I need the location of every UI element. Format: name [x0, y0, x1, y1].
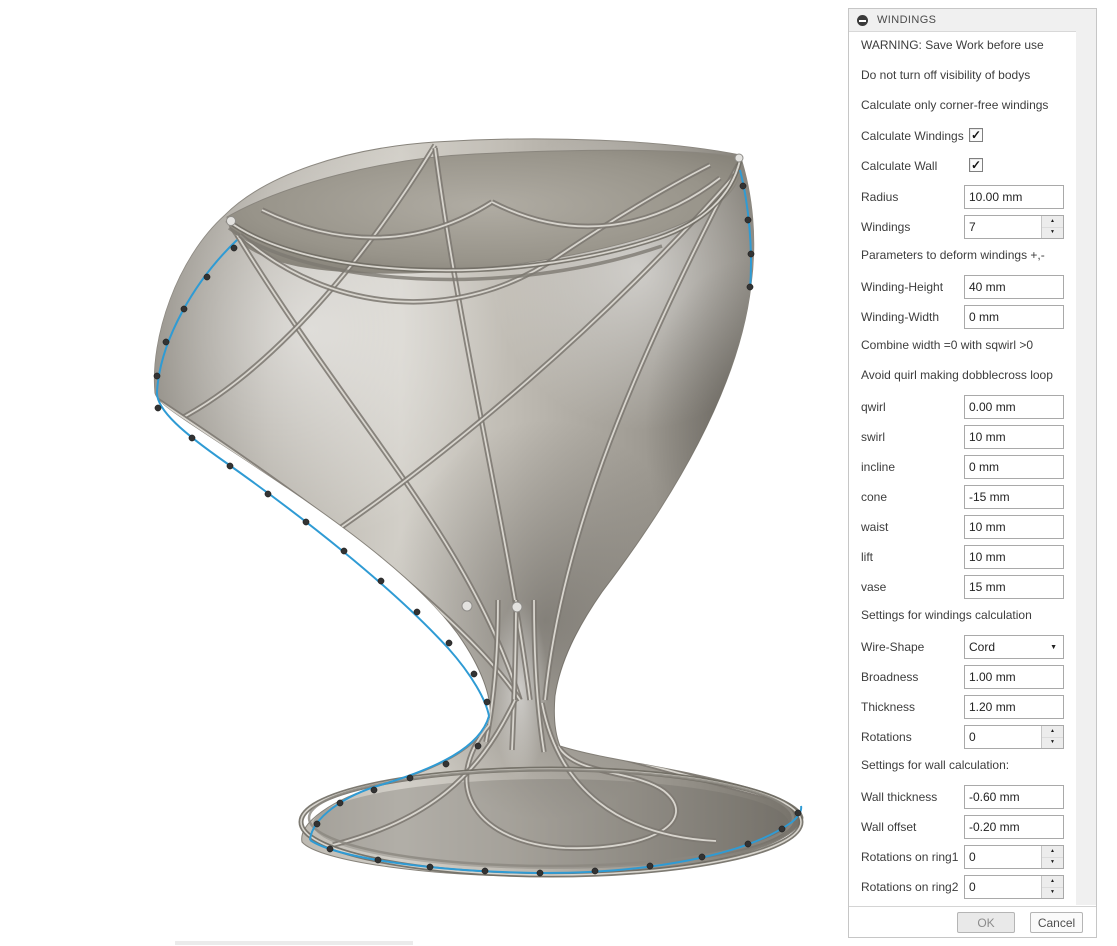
- vase-input[interactable]: [964, 575, 1064, 599]
- row-vase: vase: [849, 575, 1077, 599]
- row-swirl: swirl: [849, 425, 1077, 449]
- waist-input[interactable]: [964, 515, 1064, 539]
- rotations-ring2-spinner: ▲ ▼: [964, 875, 1064, 899]
- rotations-spinner: ▲ ▼: [964, 725, 1064, 749]
- row-broadness: Broadness: [849, 665, 1077, 689]
- waist-label: waist: [861, 520, 889, 534]
- qwirl-input[interactable]: [964, 395, 1064, 419]
- calculate-windings-checkbox[interactable]: ✓: [969, 128, 983, 142]
- spin-down-button[interactable]: ▼: [1042, 227, 1063, 238]
- dialog-titlebar[interactable]: WINDINGS: [849, 9, 1096, 32]
- thickness-input[interactable]: [964, 695, 1064, 719]
- rotations-ring1-label: Rotations on ring1: [861, 850, 959, 864]
- rotations-label: Rotations: [861, 730, 912, 744]
- check-icon: ✓: [970, 127, 982, 142]
- windings-label: Windings: [861, 220, 911, 234]
- spin-up-button[interactable]: ▲: [1042, 846, 1063, 858]
- spin-down-button[interactable]: ▼: [1042, 737, 1063, 748]
- note-warning: WARNING: Save Work before use: [861, 38, 1044, 52]
- wall-offset-label: Wall offset: [861, 820, 917, 834]
- spin-up-button[interactable]: ▲: [1042, 726, 1063, 738]
- note-deform: Parameters to deform windings +,-: [861, 248, 1045, 262]
- cone-input[interactable]: [964, 485, 1064, 509]
- cone-label: cone: [861, 490, 888, 504]
- row-thickness: Thickness: [849, 695, 1077, 719]
- check-icon: ✓: [970, 157, 982, 172]
- row-winding-height: Winding-Height: [849, 275, 1077, 299]
- row-lift: lift: [849, 545, 1077, 569]
- row-cone: cone: [849, 485, 1077, 509]
- row-rotations: Rotations ▲ ▼: [849, 725, 1077, 749]
- radius-input[interactable]: [964, 185, 1064, 209]
- scrollbar-gutter[interactable]: [1076, 31, 1096, 905]
- incline-label: incline: [861, 460, 896, 474]
- rotations-ring1-spinner: ▲ ▼: [964, 845, 1064, 869]
- calculate-wall-label: Calculate Wall: [861, 159, 938, 173]
- cancel-button[interactable]: Cancel: [1030, 912, 1083, 933]
- calculate-wall-checkbox[interactable]: ✓: [969, 158, 983, 172]
- vase-label: vase: [861, 580, 887, 594]
- footer-separator: [849, 906, 1096, 907]
- row-wall-thickness: Wall thickness: [849, 785, 1077, 809]
- note-combine: Combine width =0 with sqwirl >0: [861, 338, 1034, 352]
- radius-label: Radius: [861, 190, 899, 204]
- row-rotations-ring2: Rotations on ring2 ▲ ▼: [849, 875, 1077, 899]
- calculate-windings-label: Calculate Windings: [861, 129, 964, 143]
- winding-height-input[interactable]: [964, 275, 1064, 299]
- rotations-input[interactable]: [965, 726, 1041, 748]
- row-calculate-windings: Calculate Windings ✓: [849, 124, 1077, 148]
- row-wire-shape: Wire-Shape Cord ▼: [849, 635, 1077, 659]
- rotations-ring2-label: Rotations on ring2: [861, 880, 959, 894]
- spin-up-button[interactable]: ▲: [1042, 876, 1063, 888]
- wall-offset-input[interactable]: [964, 815, 1064, 839]
- winding-height-label: Winding-Height: [861, 280, 944, 294]
- row-windings: Windings ▲ ▼: [849, 215, 1077, 239]
- lift-label: lift: [861, 550, 873, 564]
- incline-input[interactable]: [964, 455, 1064, 479]
- wall-thickness-input[interactable]: [964, 785, 1064, 809]
- collapse-icon[interactable]: [857, 14, 868, 26]
- note-visibility: Do not turn off visibility of bodys: [861, 68, 1031, 82]
- winding-width-label: Winding-Width: [861, 310, 940, 324]
- row-waist: waist: [849, 515, 1077, 539]
- rotations-ring2-input[interactable]: [965, 876, 1041, 898]
- row-wall-offset: Wall offset: [849, 815, 1077, 839]
- note-wall-calc: Settings for wall calculation:: [861, 758, 1010, 772]
- broadness-label: Broadness: [861, 670, 919, 684]
- broadness-input[interactable]: [964, 665, 1064, 689]
- note-windings-calc: Settings for windings calculation: [861, 608, 1032, 622]
- note-avoid: Avoid quirl making dobblecross loop: [861, 368, 1053, 382]
- wire-shape-select[interactable]: Cord ▼: [964, 635, 1064, 659]
- wire-shape-value: Cord: [969, 640, 996, 654]
- row-rotations-ring1: Rotations on ring1 ▲ ▼: [849, 845, 1077, 869]
- spin-up-button[interactable]: ▲: [1042, 216, 1063, 228]
- windings-input[interactable]: [965, 216, 1041, 238]
- thickness-label: Thickness: [861, 700, 916, 714]
- qwirl-label: qwirl: [861, 400, 886, 414]
- windings-spinner: ▲ ▼: [964, 215, 1064, 239]
- wall-thickness-label: Wall thickness: [861, 790, 938, 804]
- row-radius: Radius: [849, 185, 1077, 209]
- 3d-viewport[interactable]: [0, 0, 848, 946]
- windings-dialog: WINDINGS WARNING: Save Work before use D…: [848, 8, 1097, 938]
- swirl-input[interactable]: [964, 425, 1064, 449]
- row-qwirl: qwirl: [849, 395, 1077, 419]
- navigation-bar-edge: [175, 941, 413, 945]
- lift-input[interactable]: [964, 545, 1064, 569]
- ok-button[interactable]: OK: [957, 912, 1015, 933]
- rotations-ring1-input[interactable]: [965, 846, 1041, 868]
- foot-top-surface: [313, 779, 789, 869]
- row-winding-width: Winding-Width: [849, 305, 1077, 329]
- note-corner-free: Calculate only corner-free windings: [861, 98, 1049, 112]
- wire-shape-label: Wire-Shape: [861, 640, 925, 654]
- swirl-label: swirl: [861, 430, 885, 444]
- winding-width-input[interactable]: [964, 305, 1064, 329]
- spin-down-button[interactable]: ▼: [1042, 857, 1063, 868]
- row-incline: incline: [849, 455, 1077, 479]
- row-calculate-wall: Calculate Wall ✓: [849, 154, 1077, 178]
- dropdown-arrow-icon: ▼: [1050, 643, 1057, 651]
- dialog-title: WINDINGS: [877, 14, 937, 26]
- spin-down-button[interactable]: ▼: [1042, 887, 1063, 898]
